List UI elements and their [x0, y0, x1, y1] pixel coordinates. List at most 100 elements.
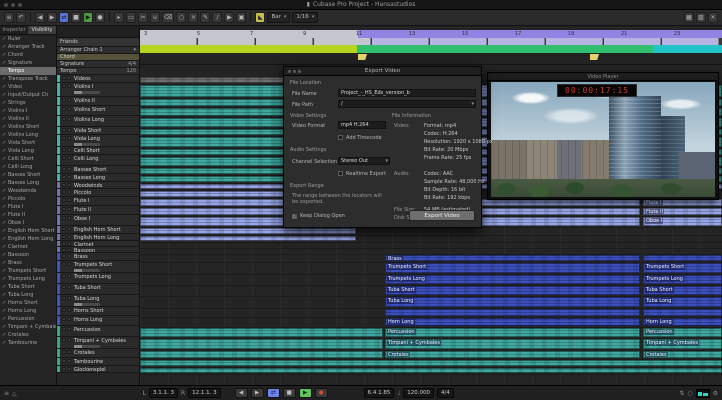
- mute-solo-buttons[interactable]: [62, 367, 71, 371]
- mute-solo-buttons[interactable]: [62, 308, 71, 312]
- chevron-down-icon[interactable]: ▾: [385, 158, 388, 164]
- chord-event[interactable]: [198, 38, 255, 45]
- mute-solo-buttons[interactable]: [62, 359, 71, 363]
- mute-solo-buttons[interactable]: [62, 350, 71, 354]
- visibility-item[interactable]: ✓ Tambourine: [0, 339, 56, 347]
- visibility-item[interactable]: ✓ Clarinet: [0, 243, 56, 251]
- mute-solo-buttons[interactable]: [62, 183, 71, 187]
- mute-solo-buttons[interactable]: [62, 156, 71, 160]
- window-controls[interactable]: [4, 3, 22, 7]
- midi-region[interactable]: Horn Long: [643, 318, 722, 326]
- split-tool-icon[interactable]: ✂: [138, 12, 148, 23]
- chevron-down-icon[interactable]: ▾: [471, 101, 474, 107]
- midi-region[interactable]: Percussion: [643, 328, 722, 337]
- cycle-button[interactable]: ⇄: [266, 388, 280, 398]
- realtime-export-checkbox[interactable]: [338, 171, 343, 176]
- marker-flag[interactable]: [358, 54, 367, 60]
- visibility-item[interactable]: ✓ Flute I: [0, 203, 56, 211]
- dialog-titlebar[interactable]: Export Video: [284, 67, 481, 76]
- midi-region[interactable]: Trumpets Short: [385, 263, 640, 273]
- track-header-woodwinds[interactable]: Woodwinds: [57, 182, 139, 189]
- mute-solo-buttons[interactable]: [62, 338, 71, 342]
- visibility-item[interactable]: ✓ Crotales: [0, 331, 56, 339]
- visibility-item[interactable]: ✓ Horns Long: [0, 307, 56, 315]
- midi-region[interactable]: [643, 309, 722, 316]
- record-mini-icon[interactable]: ●: [95, 12, 105, 23]
- add-timecode-checkbox[interactable]: [338, 135, 343, 140]
- visibility-item[interactable]: ✓ Bassoon: [0, 251, 56, 259]
- track-header-basses-short[interactable]: Basses Short: [57, 166, 139, 174]
- click-icon[interactable]: ○: [687, 390, 692, 397]
- track-mini-fader[interactable]: [74, 143, 100, 146]
- mute-solo-buttons[interactable]: [62, 84, 71, 88]
- mute-solo-buttons[interactable]: [62, 136, 71, 140]
- forward-button[interactable]: ▶: [250, 388, 264, 398]
- tempo-track-lane[interactable]: [140, 53, 722, 65]
- visibility-item[interactable]: ✓ Basses Short: [0, 171, 56, 179]
- chord-track-lane[interactable]: [140, 38, 722, 45]
- channel-selection-dropdown[interactable]: Stereo Out ▾: [338, 157, 390, 165]
- midi-region[interactable]: [140, 228, 356, 234]
- midi-region[interactable]: Trumpets Long: [385, 275, 640, 284]
- chord-event[interactable]: [256, 38, 313, 45]
- track-lane-english-horn-short[interactable]: [140, 228, 722, 236]
- position-display[interactable]: 6.4.1.85: [363, 388, 395, 398]
- visibility-item[interactable]: ✓ Violins I: [0, 107, 56, 115]
- mute-solo-buttons[interactable]: [62, 262, 71, 266]
- track-header-celli-short[interactable]: Celli Short: [57, 147, 139, 155]
- track-header-flute-ii[interactable]: Flute II: [57, 206, 139, 215]
- midi-region[interactable]: Timpani + Cymbales: [385, 339, 640, 349]
- track-header-violins-long[interactable]: Violins Long: [57, 116, 139, 127]
- visibility-item[interactable]: ✓ Percussion: [0, 315, 56, 323]
- mute-solo-buttons[interactable]: [62, 117, 71, 121]
- mute-solo-buttons[interactable]: [62, 107, 71, 111]
- midi-region[interactable]: [140, 236, 356, 241]
- export-video-button[interactable]: Export Video: [409, 210, 475, 221]
- chord-event[interactable]: [604, 38, 661, 45]
- range-tool-icon[interactable]: ▭: [126, 12, 136, 23]
- track-mini-fader[interactable]: [74, 269, 100, 272]
- track-lane-english-horn-long[interactable]: [140, 236, 722, 243]
- midi-region[interactable]: Tuba Long: [643, 297, 722, 307]
- visibility-item[interactable]: ✓ Brass: [0, 259, 56, 267]
- video-format-field[interactable]: mp4 H.264: [338, 121, 386, 129]
- midi-region[interactable]: Oboe I: [643, 217, 722, 226]
- track-header-horns-long[interactable]: Horns Long: [57, 316, 139, 326]
- tempo-display[interactable]: 120.000: [403, 388, 435, 398]
- transport-menu-icon[interactable]: ≡: [4, 390, 9, 397]
- forward-mini-icon[interactable]: ▶: [47, 12, 57, 23]
- visibility-item[interactable]: ✓ Arranger Track: [0, 43, 56, 51]
- track-header-chord[interactable]: Chord: [57, 54, 139, 61]
- snap-magnet-icon[interactable]: ◣: [255, 12, 266, 23]
- midi-region[interactable]: [140, 368, 722, 373]
- arranger-track-lane[interactable]: [140, 45, 722, 53]
- track-lane-timpani-cymbales[interactable]: Timpani + Cymbales Timpani + Cymbales: [140, 339, 722, 351]
- mute-solo-buttons[interactable]: [62, 317, 71, 321]
- midi-region[interactable]: Crotales: [643, 351, 722, 358]
- track-header-piccolo[interactable]: Piccolo: [57, 189, 139, 197]
- visibility-item[interactable]: ✓ Horns Short: [0, 299, 56, 307]
- chord-event[interactable]: [488, 38, 545, 45]
- mute-solo-buttons[interactable]: [62, 216, 71, 220]
- video-player-window[interactable]: Video Player 00:00:17:15: [487, 72, 719, 200]
- mute-solo-buttons[interactable]: [62, 254, 71, 258]
- track-lane-horns-short[interactable]: [140, 309, 722, 318]
- play-button[interactable]: ▶: [298, 388, 312, 398]
- mute-solo-buttons[interactable]: [62, 207, 71, 211]
- visibility-item[interactable]: ✓ Tuba Short: [0, 283, 56, 291]
- line-tool-icon[interactable]: ∕: [212, 12, 223, 23]
- visibility-item[interactable]: ✓ Basses Long: [0, 179, 56, 187]
- midi-region[interactable]: [140, 339, 383, 349]
- mute-solo-buttons[interactable]: [62, 285, 71, 289]
- play-mini-icon[interactable]: ▶: [83, 12, 93, 23]
- visibility-item[interactable]: ✓ Woodwinds: [0, 187, 56, 195]
- visibility-item[interactable]: ✓ Timpani + Cymbales: [0, 323, 56, 331]
- visibility-item[interactable]: ✓ Tuba Long: [0, 291, 56, 299]
- track-header-violins-short[interactable]: Violins Short: [57, 106, 139, 116]
- track-header-violins-ii[interactable]: Violins II: [57, 97, 139, 106]
- mute-solo-buttons[interactable]: [62, 235, 71, 239]
- track-header-english-horn-long[interactable]: English Horn Long: [57, 234, 139, 241]
- visibility-item[interactable]: ✓ Tempo: [0, 67, 56, 75]
- visibility-item[interactable]: ✓ Piccolo: [0, 195, 56, 203]
- track-lane-crotales[interactable]: Crotales Crotales: [140, 351, 722, 360]
